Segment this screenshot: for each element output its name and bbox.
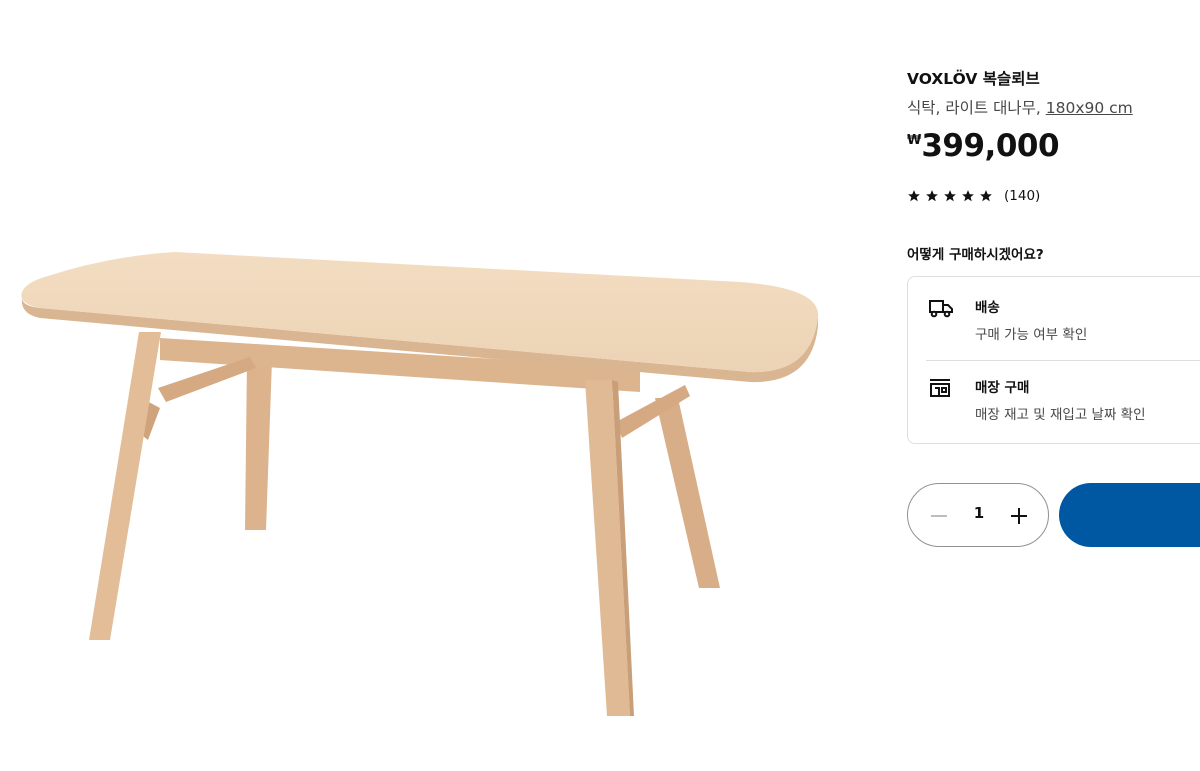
star-icon (944, 190, 956, 202)
product-price: ₩399,000 (907, 128, 1060, 164)
purchase-heading: 어떻게 구매하시겠어요? (907, 247, 1044, 263)
delivery-option[interactable]: 배송 구매 가능 여부 확인 (928, 293, 1200, 357)
store-subtitle: 매장 재고 및 재입고 날짜 확인 (975, 407, 1146, 423)
product-image (0, 0, 860, 771)
store-title: 매장 구매 (975, 380, 1030, 396)
star-icon (926, 190, 938, 202)
review-count: (140) (1004, 188, 1041, 204)
store-option[interactable]: 매장 구매 매장 재고 및 재입고 날짜 확인 (928, 373, 1200, 437)
product-info-panel: VOXLÖV 복슬뢰브 식탁, 라이트 대나무, 180x90 cm ₩399,… (907, 0, 1200, 771)
star-icon (980, 190, 992, 202)
star-icon (962, 190, 974, 202)
price-amount: 399,000 (921, 128, 1060, 164)
plus-icon (1011, 508, 1027, 524)
minus-icon (931, 515, 947, 517)
increase-quantity-button[interactable] (1006, 503, 1032, 529)
dining-table-image (21, 252, 819, 716)
product-rating[interactable]: (140) (907, 188, 1040, 204)
store-icon (928, 377, 954, 403)
options-divider (926, 360, 1200, 361)
add-to-cart-button[interactable] (1059, 483, 1200, 547)
price-currency: ₩ (907, 133, 922, 148)
product-name: VOXLÖV 복슬뢰브 (907, 70, 1040, 88)
decrease-quantity-button[interactable] (926, 503, 952, 529)
delivery-title: 배송 (975, 300, 1000, 316)
purchase-options: 배송 구매 가능 여부 확인 매장 구매 매장 재고 및 재입고 날짜 확인 (907, 276, 1200, 444)
quantity-value[interactable]: 1 (964, 504, 994, 522)
product-description-text: 식탁, 라이트 대나무, (907, 99, 1041, 117)
star-icon (908, 190, 920, 202)
rating-stars (907, 189, 993, 203)
delivery-truck-icon (928, 297, 954, 323)
quantity-stepper: 1 (907, 483, 1049, 547)
product-size-link[interactable]: 180x90 cm (1046, 99, 1133, 117)
delivery-subtitle: 구매 가능 여부 확인 (975, 327, 1088, 343)
product-description: 식탁, 라이트 대나무, 180x90 cm (907, 96, 1133, 118)
